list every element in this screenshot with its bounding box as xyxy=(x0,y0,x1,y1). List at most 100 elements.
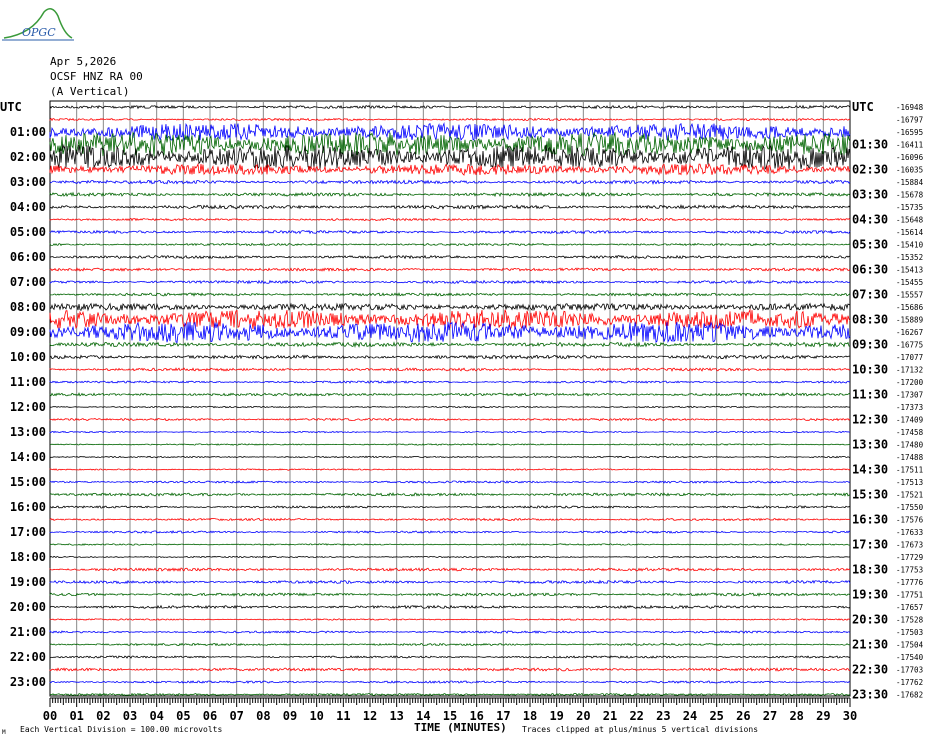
trace-offset-label: -17504 xyxy=(896,641,924,650)
left-hour-label: 06:00 xyxy=(10,250,46,264)
right-halfhour-label: 11:30 xyxy=(852,388,888,402)
trace-offset-label: -17576 xyxy=(896,516,924,525)
x-tick-label: 21 xyxy=(603,709,617,723)
helicorder: OPGC Apr 5,2026 OCSF HNZ RA 00 (A Vertic… xyxy=(0,0,930,744)
trace-offset-label: -15889 xyxy=(896,316,923,325)
right-halfhour-label: 07:30 xyxy=(852,288,888,302)
right-halfhour-label: 17:30 xyxy=(852,538,888,552)
right-halfhour-label: UTC xyxy=(852,100,874,114)
x-tick-label: 24 xyxy=(683,709,697,723)
trace-offset-label: -15678 xyxy=(896,191,924,200)
trace-offset-label: -17200 xyxy=(896,378,924,387)
right-halfhour-label: 20:30 xyxy=(852,613,888,627)
right-halfhour-label: 19:30 xyxy=(852,588,888,602)
x-tick-label: 22 xyxy=(629,709,643,723)
left-hour-label: 09:00 xyxy=(10,325,46,339)
x-tick-label: 26 xyxy=(736,709,750,723)
trace-offset-label: -17776 xyxy=(896,578,924,587)
right-halfhour-label: 18:30 xyxy=(852,563,888,577)
x-tick-label: 01 xyxy=(69,709,83,723)
left-hour-label: 17:00 xyxy=(10,525,46,539)
trace-offset-label: -17077 xyxy=(896,353,923,362)
left-hour-label: 01:00 xyxy=(10,125,46,139)
trace-offset-label: -17762 xyxy=(896,678,923,687)
seismogram-plot: 00 01 02 03 04 05 06 07 08 09 10 11 12 13 14 15 16 17 18 19… xyxy=(0,100,924,723)
x-tick-label: 07 xyxy=(229,709,243,723)
left-hour-label: 03:00 xyxy=(10,175,46,189)
trace-offset-label: -16035 xyxy=(896,166,923,175)
trace-offset-label: -17458 xyxy=(896,428,924,437)
x-tick-label: 23 xyxy=(656,709,670,723)
corner-mark: M xyxy=(2,729,6,736)
trace-offset-label: -17729 xyxy=(896,553,923,562)
trace-offset-label: -15648 xyxy=(896,216,924,225)
trace-offset-label: -17409 xyxy=(896,416,923,425)
right-halfhour-label: 02:30 xyxy=(852,163,888,177)
trace-offset-label: -16096 xyxy=(896,153,924,162)
trace-offset-label: -16797 xyxy=(896,116,923,125)
trace-offset-label: -17132 xyxy=(896,366,923,375)
trace-offset-label: -15410 xyxy=(896,241,924,250)
trace-offset-label: -17633 xyxy=(896,528,923,537)
x-axis-title: TIME (MINUTES) xyxy=(414,721,507,734)
trace-offset-label: -15352 xyxy=(896,253,923,262)
right-halfhour-label: 21:30 xyxy=(852,638,888,652)
right-halfhour-label: 01:30 xyxy=(852,138,888,152)
left-hour-label: 02:00 xyxy=(10,150,46,164)
trace-offset-label: -17753 xyxy=(896,566,923,575)
trace-offset-label: -17540 xyxy=(896,653,924,662)
x-tick-label: 18 xyxy=(523,709,537,723)
left-hour-label: 04:00 xyxy=(10,200,46,214)
x-tick-label: 25 xyxy=(709,709,723,723)
trace-offset-label: -17673 xyxy=(896,541,923,550)
x-tick-label: 11 xyxy=(336,709,350,723)
clip-note: Traces clipped at plus/minus 5 vertical … xyxy=(522,725,759,734)
left-hour-label: 22:00 xyxy=(10,650,46,664)
left-hour-label: 08:00 xyxy=(10,300,46,314)
x-tick-label: 10 xyxy=(309,709,323,723)
x-tick-label: 28 xyxy=(789,709,803,723)
left-hour-label: 10:00 xyxy=(10,350,46,364)
x-tick-label: 12 xyxy=(363,709,377,723)
right-halfhour-label: 12:30 xyxy=(852,413,888,427)
trace-offset-label: -17703 xyxy=(896,666,923,675)
right-halfhour-label: 16:30 xyxy=(852,513,888,527)
x-tick-label: 27 xyxy=(763,709,777,723)
left-hour-label: 18:00 xyxy=(10,550,46,564)
left-hour-label: 14:00 xyxy=(10,450,46,464)
right-halfhour-label: 13:30 xyxy=(852,438,888,452)
trace-offset-label: -16948 xyxy=(896,103,924,112)
x-tick-label: 20 xyxy=(576,709,590,723)
right-halfhour-label: 09:30 xyxy=(852,338,888,352)
division-note: Each Vertical Division = 100.00 microvol… xyxy=(20,725,223,734)
left-hour-label: 21:00 xyxy=(10,625,46,639)
trace-offset-label: -17528 xyxy=(896,616,924,625)
trace-offset-label: -15557 xyxy=(896,291,923,300)
x-tick-label: 03 xyxy=(123,709,137,723)
trace-offset-label: -15735 xyxy=(896,203,923,212)
right-halfhour-label: 22:30 xyxy=(852,663,888,677)
left-hour-label: 11:00 xyxy=(10,375,46,389)
trace-offset-label: -16775 xyxy=(896,341,923,350)
x-tick-label: 08 xyxy=(256,709,270,723)
trace-offset-label: -15884 xyxy=(896,178,924,187)
x-tick-label: 19 xyxy=(549,709,563,723)
trace-offset-label: -17657 xyxy=(896,603,923,612)
left-hour-label: 20:00 xyxy=(10,600,46,614)
trace-offset-label: -17521 xyxy=(896,491,923,500)
right-halfhour-label: 14:30 xyxy=(852,463,888,477)
left-hour-label: 16:00 xyxy=(10,500,46,514)
right-halfhour-label: 06:30 xyxy=(852,263,888,277)
x-tick-label: 29 xyxy=(816,709,830,723)
trace-offset-label: -17511 xyxy=(896,466,923,475)
right-halfhour-label: 23:30 xyxy=(852,688,888,702)
trace-offset-label: -16595 xyxy=(896,128,923,137)
trace-offset-label: -15455 xyxy=(896,278,923,287)
x-tick-label: 09 xyxy=(283,709,297,723)
right-halfhour-label: 03:30 xyxy=(852,188,888,202)
right-halfhour-label: 10:30 xyxy=(852,363,888,377)
left-hour-label: 13:00 xyxy=(10,425,46,439)
left-hour-label: 05:00 xyxy=(10,225,46,239)
x-tick-label: 04 xyxy=(149,709,163,723)
trace-offset-label: -17503 xyxy=(896,628,923,637)
